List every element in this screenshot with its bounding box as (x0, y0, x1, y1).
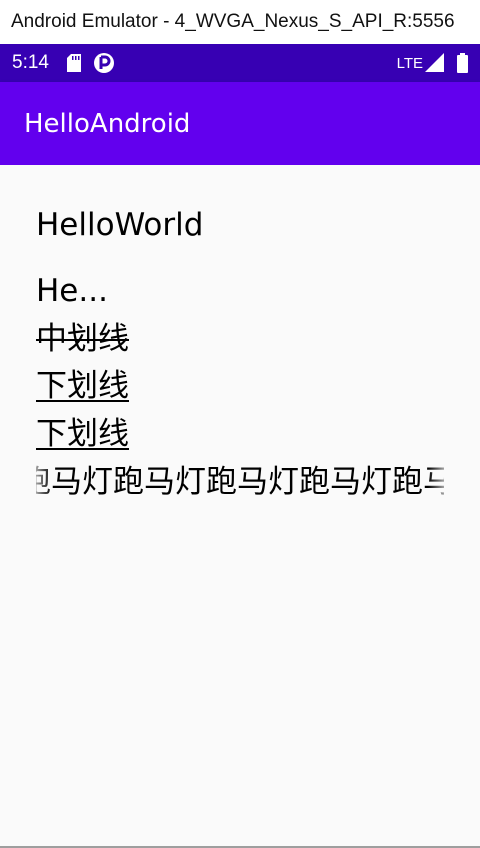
app-title: HelloAndroid (24, 108, 191, 139)
marquee-text: 跑马灯跑马灯跑马灯跑马灯跑马灯 (36, 465, 444, 500)
underline-text-2[interactable]: 下划线 (36, 419, 129, 450)
status-right-group: LTE (397, 53, 468, 73)
hello-world-text: HelloWorld (36, 207, 204, 243)
ellipsized-text: He... (36, 273, 108, 309)
play-protect-icon (93, 52, 115, 74)
main-content: HelloWorld He... 中划线 下划线 下划线 跑马灯跑马灯跑马灯跑马… (0, 165, 480, 846)
app-bar: HelloAndroid (0, 82, 480, 165)
underline-text-1: 下划线 (36, 368, 129, 404)
signal-icon (425, 53, 445, 73)
network-type-label: LTE (396, 54, 423, 72)
window-title: Android Emulator - 4_WVGA_Nexus_S_API_R:… (11, 11, 455, 32)
strikethrough-text: 中划线 (36, 321, 129, 357)
marquee-container[interactable]: 跑马灯跑马灯跑马灯跑马灯跑马灯 (36, 465, 444, 505)
battery-icon (457, 53, 468, 73)
emulator-window-titlebar: Android Emulator - 4_WVGA_Nexus_S_API_R:… (0, 0, 480, 44)
status-bar: 5:14 LTE (0, 44, 480, 82)
status-time: 5:14 (12, 52, 49, 73)
sd-card-icon (66, 54, 81, 72)
